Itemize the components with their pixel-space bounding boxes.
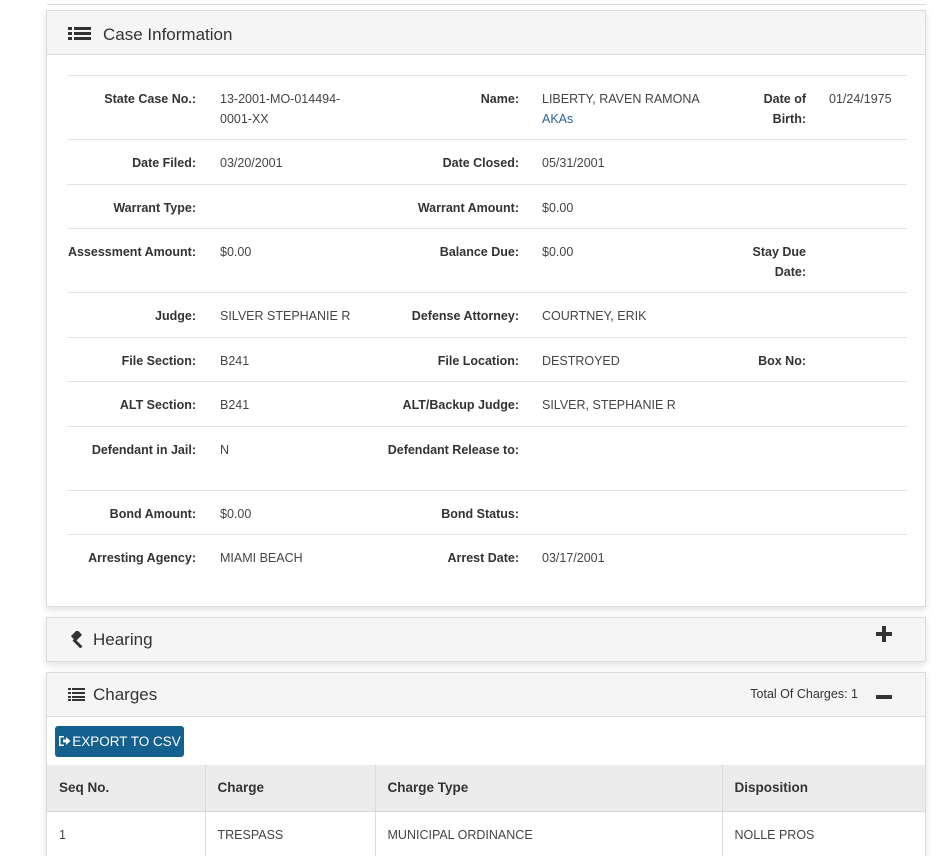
alt-backup-judge-value: SILVER, STEPHANIE R bbox=[542, 398, 676, 412]
gavel-icon bbox=[68, 630, 86, 653]
hearing-heading[interactable]: Hearing bbox=[47, 618, 925, 661]
charge-type-cell: MUNICIPAL ORDINANCE bbox=[375, 811, 723, 856]
arrest-date-value: 03/17/2001 bbox=[542, 551, 605, 565]
file-section-label: File Section: bbox=[121, 354, 196, 368]
date-closed-value: 05/31/2001 bbox=[542, 156, 605, 170]
defendant-in-jail-value: N bbox=[220, 443, 230, 457]
assessment-amount-label: Assessment Amount: bbox=[67, 245, 196, 259]
assessment-amount-value: $0.00 bbox=[220, 245, 252, 259]
stay-due-date-label: Stay Due Date: bbox=[752, 245, 807, 279]
seq-no-cell: 1 bbox=[47, 811, 206, 856]
box-no-label: Box No: bbox=[758, 354, 806, 368]
arresting-agency-value: MIAMI BEACH bbox=[220, 551, 303, 565]
balance-due-value: $0.00 bbox=[542, 245, 574, 259]
hearing-panel: Hearing bbox=[46, 617, 926, 662]
name-value: LIBERTY, RAVEN RAMONA bbox=[542, 92, 700, 106]
bond-amount-label: Bond Amount: bbox=[109, 507, 196, 521]
judge-value: SILVER STEPHANIE R bbox=[220, 309, 351, 323]
case-info-row: Judge: SILVER STEPHANIE R Defense Attorn… bbox=[67, 292, 907, 337]
column-header-charge-type[interactable]: Charge Type bbox=[375, 765, 723, 812]
column-header-charge[interactable]: Charge bbox=[205, 765, 376, 812]
case-info-row: Assessment Amount: $0.00 Balance Due: $0… bbox=[67, 228, 907, 292]
top-divider bbox=[47, 0, 926, 5]
arrest-date-label: Arrest Date: bbox=[447, 551, 519, 565]
akas-link[interactable]: AKAs bbox=[542, 109, 722, 129]
case-info-row: Warrant Type: Warrant Amount: $0.00 bbox=[67, 184, 907, 228]
judge-label: Judge: bbox=[155, 309, 196, 323]
charges-header-row: Seq No. Charge Charge Type Disposition bbox=[47, 765, 925, 812]
charges-panel: Charges Total Of Charges: 1 EXPORT TO CS… bbox=[46, 672, 926, 856]
charges-heading[interactable]: Charges Total Of Charges: 1 bbox=[47, 673, 925, 717]
warrant-type-label: Warrant Type: bbox=[113, 201, 196, 215]
charges-title: Charges bbox=[93, 685, 158, 704]
case-info-row: State Case No.: 13-2001-MO-014494-0001-X… bbox=[67, 75, 907, 139]
warrant-amount-label: Warrant Amount: bbox=[417, 201, 519, 215]
case-info-row: Defendant in Jail: N Defendant Release t… bbox=[67, 426, 907, 490]
alt-section-label: ALT Section: bbox=[119, 398, 196, 412]
defendant-in-jail-label: Defendant in Jail: bbox=[91, 443, 196, 457]
case-info-row: Arresting Agency: MIAMI BEACH Arrest Dat… bbox=[67, 534, 907, 579]
state-case-no-value: 13-2001-MO-014494-0001-XX bbox=[220, 92, 341, 126]
case-info-table: State Case No.: 13-2001-MO-014494-0001-X… bbox=[67, 75, 907, 579]
date-filed-label: Date Filed: bbox=[132, 156, 196, 170]
bond-status-label: Bond Status: bbox=[441, 507, 519, 521]
case-info-row: File Section: B241 File Location: DESTRO… bbox=[67, 337, 907, 381]
date-of-birth-value: 01/24/1975 bbox=[829, 92, 892, 106]
case-info-row: Date Filed: 03/20/2001 Date Closed: 05/3… bbox=[67, 139, 907, 184]
file-location-label: File Location: bbox=[437, 354, 519, 368]
alt-backup-judge-label: ALT/Backup Judge: bbox=[402, 398, 519, 412]
case-information-panel: Case Information State Case No.: 13-2001… bbox=[46, 10, 926, 607]
charges-table: Seq No. Charge Charge Type Disposition 1… bbox=[47, 765, 925, 856]
case-info-row: ALT Section: B241 ALT/Backup Judge: SILV… bbox=[67, 381, 907, 426]
total-charges-label: Total Of Charges: 1 bbox=[750, 687, 858, 701]
export-to-csv-label: EXPORT TO CSV bbox=[72, 734, 181, 749]
arresting-agency-label: Arresting Agency: bbox=[88, 551, 196, 565]
state-case-no-label: State Case No.: bbox=[104, 92, 196, 106]
case-information-heading: Case Information bbox=[47, 11, 925, 55]
column-header-disposition[interactable]: Disposition bbox=[722, 765, 925, 812]
warrant-amount-value: $0.00 bbox=[542, 201, 574, 215]
charge-cell: TRESPASS bbox=[205, 811, 376, 856]
date-of-birth-label: Date of Birth: bbox=[763, 92, 806, 126]
file-section-value: B241 bbox=[220, 354, 250, 368]
column-header-seq-no[interactable]: Seq No. bbox=[47, 765, 206, 812]
date-closed-label: Date Closed: bbox=[442, 156, 519, 170]
balance-due-label: Balance Due: bbox=[439, 245, 519, 259]
hearing-title: Hearing bbox=[93, 630, 153, 649]
file-location-value: DESTROYED bbox=[542, 354, 620, 368]
alt-section-value: B241 bbox=[220, 398, 250, 412]
defense-attorney-label: Defense Attorney: bbox=[411, 309, 519, 323]
list-icon bbox=[68, 26, 91, 49]
date-filed-value: 03/20/2001 bbox=[220, 156, 283, 170]
page: Case Information State Case No.: 13-2001… bbox=[0, 0, 948, 856]
plus-icon[interactable] bbox=[876, 626, 892, 647]
list-icon bbox=[68, 688, 85, 706]
name-label: Name: bbox=[480, 92, 519, 106]
defendant-release-to-label: Defendant Release to: bbox=[387, 443, 519, 457]
disposition-cell: NOLLE PROS bbox=[734, 827, 815, 842]
table-row: 1 TRESPASS MUNICIPAL ORDINANCE NOLLE PRO… bbox=[47, 811, 925, 856]
export-icon bbox=[58, 727, 71, 758]
case-information-title: Case Information bbox=[103, 25, 233, 44]
defense-attorney-value: COURTNEY, ERIK bbox=[542, 309, 647, 323]
minus-icon[interactable] bbox=[876, 686, 892, 704]
case-info-row: Bond Amount: $0.00 Bond Status: bbox=[67, 490, 907, 534]
export-to-csv-button[interactable]: EXPORT TO CSV bbox=[55, 726, 184, 757]
bond-amount-value: $0.00 bbox=[220, 507, 252, 521]
